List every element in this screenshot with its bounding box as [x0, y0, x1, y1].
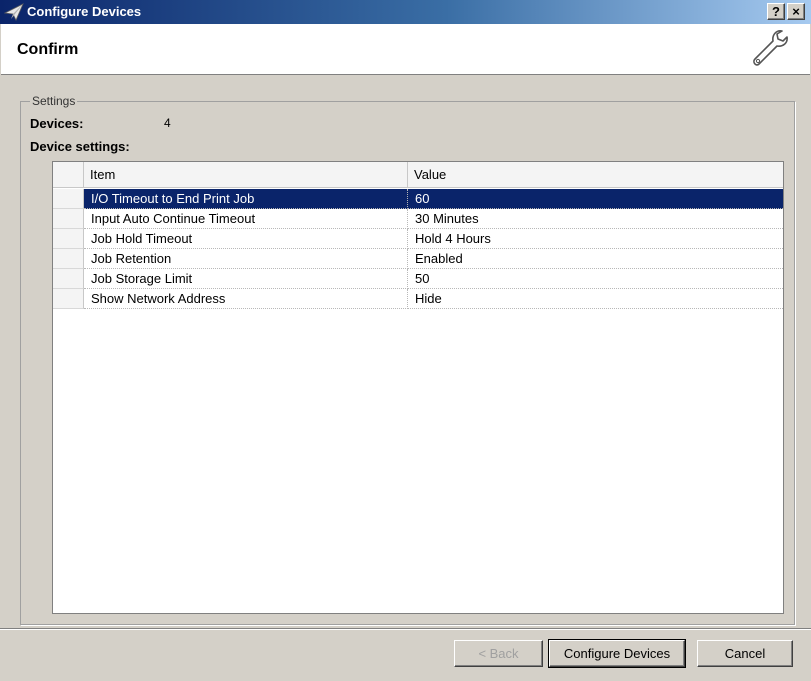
cell-value[interactable]: Hold 4 Hours	[408, 229, 783, 249]
cell-item[interactable]: Job Hold Timeout	[84, 229, 408, 249]
cell-value[interactable]: 50	[408, 269, 783, 289]
row-header[interactable]	[53, 189, 84, 209]
cell-value[interactable]: Hide	[408, 289, 783, 309]
row-header-corner	[53, 162, 84, 188]
table-row[interactable]: Job Retention Enabled	[53, 249, 783, 269]
title-bar[interactable]: Configure Devices ? ×	[0, 0, 811, 24]
row-header[interactable]	[53, 229, 84, 249]
devices-label: Devices:	[30, 116, 84, 131]
settings-group-label: Settings	[30, 94, 78, 108]
cell-item[interactable]: Job Storage Limit	[84, 269, 408, 289]
column-header-item[interactable]: Item	[84, 162, 408, 188]
table-row[interactable]: Job Storage Limit 50	[53, 269, 783, 289]
row-header[interactable]	[53, 269, 84, 289]
table-row[interactable]: I/O Timeout to End Print Job 60	[53, 189, 783, 209]
wrench-icon	[753, 30, 788, 66]
cell-item[interactable]: Input Auto Continue Timeout	[84, 209, 408, 229]
back-button[interactable]: < Back	[454, 640, 543, 667]
configure-devices-button[interactable]: Configure Devices	[548, 639, 686, 668]
paper-plane-icon	[4, 3, 24, 21]
table-row[interactable]: Input Auto Continue Timeout 30 Minutes	[53, 209, 783, 229]
footer-divider	[0, 628, 811, 630]
help-button[interactable]: ?	[767, 3, 785, 20]
cell-value[interactable]: 30 Minutes	[408, 209, 783, 229]
column-header-value[interactable]: Value	[408, 162, 783, 188]
close-button[interactable]: ×	[787, 3, 805, 20]
device-settings-label: Device settings:	[30, 139, 130, 154]
row-header[interactable]	[53, 289, 84, 309]
row-header[interactable]	[53, 249, 84, 269]
window-title: Configure Devices	[27, 4, 142, 19]
cell-value[interactable]: Enabled	[408, 249, 783, 269]
page-title: Confirm	[17, 41, 79, 58]
cell-value[interactable]: 60	[408, 189, 783, 209]
devices-count: 4	[164, 116, 171, 130]
cancel-button[interactable]: Cancel	[697, 640, 793, 667]
row-header[interactable]	[53, 209, 84, 229]
cell-item[interactable]: I/O Timeout to End Print Job	[84, 189, 408, 209]
wizard-header: Confirm	[1, 24, 810, 75]
device-settings-grid[interactable]: Item Value I/O Timeout to End Print Job …	[52, 161, 784, 614]
table-row[interactable]: Job Hold Timeout Hold 4 Hours	[53, 229, 783, 249]
table-row[interactable]: Show Network Address Hide	[53, 289, 783, 309]
cell-item[interactable]: Job Retention	[84, 249, 408, 269]
grid-header: Item Value	[53, 162, 783, 188]
cell-item[interactable]: Show Network Address	[84, 289, 408, 309]
